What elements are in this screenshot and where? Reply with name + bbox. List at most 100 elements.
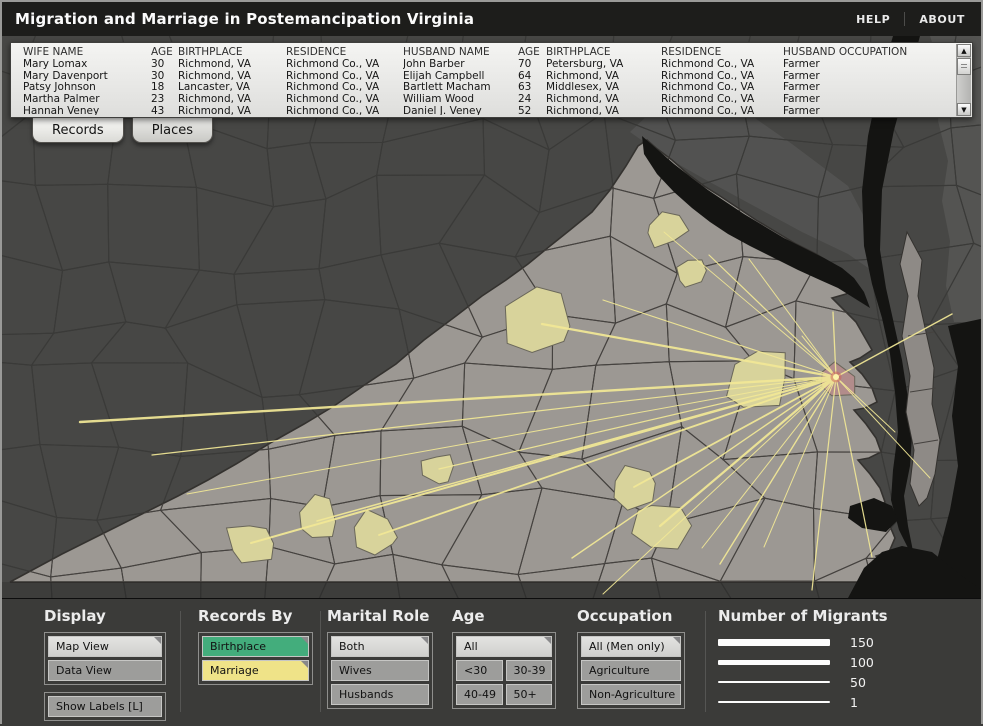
- table-cell: 30: [151, 59, 178, 71]
- legend-line-swatch: [718, 660, 830, 665]
- table-cell: Middlesex, VA: [546, 82, 661, 94]
- age-heading: Age: [452, 607, 556, 625]
- map-view-button[interactable]: Map View: [48, 636, 162, 657]
- age-all-button[interactable]: All: [456, 636, 552, 657]
- scrollbar-thumb[interactable]: [957, 58, 971, 75]
- help-link[interactable]: HELP: [856, 13, 890, 26]
- tab-records[interactable]: Records: [32, 118, 124, 143]
- table-cell: Richmond Co., VA: [661, 59, 783, 71]
- about-link[interactable]: ABOUT: [919, 13, 965, 26]
- birthplace-button[interactable]: Birthplace: [202, 636, 309, 657]
- column-header[interactable]: AGE: [151, 47, 178, 59]
- display-heading: Display: [44, 607, 166, 625]
- table-cell: John Barber: [403, 59, 518, 71]
- occupation-all-button[interactable]: All (Men only): [581, 636, 681, 657]
- table-cell: Lancaster, VA: [178, 82, 286, 94]
- table-row[interactable]: Patsy Johnson18Lancaster, VARichmond Co.…: [23, 82, 952, 94]
- legend-line-swatch: [718, 639, 830, 646]
- tab-places[interactable]: Places: [132, 118, 213, 143]
- records-by-group: Birthplace Marriage: [198, 632, 313, 685]
- age-30-39-button[interactable]: 30-39: [506, 660, 553, 681]
- table-cell: Richmond, VA: [546, 94, 661, 106]
- convergence-point[interactable]: [833, 374, 839, 380]
- app-header: Migration and Marriage in Postemancipati…: [2, 2, 981, 36]
- table-cell: Farmer: [783, 94, 933, 106]
- marital-role-heading: Marital Role: [327, 607, 433, 625]
- table-scrollbar[interactable]: ▲ ▼: [956, 44, 971, 116]
- column-header[interactable]: BIRTHPLACE: [546, 47, 661, 59]
- column-header[interactable]: WIFE NAME: [23, 47, 151, 59]
- age-under-30-button[interactable]: <30: [456, 660, 503, 681]
- column-header[interactable]: RESIDENCE: [286, 47, 403, 59]
- marital-role-section: Marital Role Both Wives Husbands: [327, 607, 433, 709]
- table-cell: Richmond, VA: [178, 71, 286, 83]
- table-row[interactable]: Martha Palmer23Richmond, VARichmond Co.,…: [23, 94, 952, 106]
- scroll-down-icon[interactable]: ▼: [957, 103, 971, 116]
- table-cell: Farmer: [783, 106, 933, 115]
- records-table-body: Mary Lomax30Richmond, VARichmond Co., VA…: [23, 59, 952, 115]
- table-header-row: WIFE NAMEAGEBIRTHPLACERESIDENCEHUSBAND N…: [23, 47, 952, 59]
- table-cell: William Wood: [403, 94, 518, 106]
- panel-tabs: Records Places: [32, 118, 213, 143]
- table-cell: Richmond Co., VA: [661, 106, 783, 115]
- legend-item: 1: [718, 692, 948, 712]
- occupation-heading: Occupation: [577, 607, 685, 625]
- both-button[interactable]: Both: [331, 636, 429, 657]
- legend-value: 150: [850, 635, 874, 650]
- age-grid-row: <30 30-39: [456, 660, 552, 681]
- table-row[interactable]: Mary Lomax30Richmond, VARichmond Co., VA…: [23, 59, 952, 71]
- control-panel: Display Map View Data View Show Labels […: [2, 598, 981, 726]
- records-by-heading: Records By: [198, 607, 313, 625]
- column-header[interactable]: RESIDENCE: [661, 47, 783, 59]
- legend-value: 100: [850, 655, 874, 670]
- legend-item: 50: [718, 672, 948, 692]
- wives-button[interactable]: Wives: [331, 660, 429, 681]
- section-divider: [320, 611, 321, 712]
- table-cell: Richmond Co., VA: [661, 71, 783, 83]
- marriage-button[interactable]: Marriage: [202, 660, 309, 681]
- table-cell: 23: [151, 94, 178, 106]
- table-cell: 24: [518, 94, 546, 106]
- table-row[interactable]: Mary Davenport30Richmond, VARichmond Co.…: [23, 71, 952, 83]
- occupation-section: Occupation All (Men only) Agriculture No…: [577, 607, 685, 709]
- column-header[interactable]: HUSBAND NAME: [403, 47, 518, 59]
- show-labels-button[interactable]: Show Labels [L]: [48, 696, 162, 717]
- selected-fold-icon: [421, 637, 428, 644]
- table-cell: 18: [151, 82, 178, 94]
- agriculture-button[interactable]: Agriculture: [581, 660, 681, 681]
- column-header[interactable]: HUSBAND OCCUPATION: [783, 47, 933, 59]
- table-cell: 63: [518, 82, 546, 94]
- legend-item: 100: [718, 652, 948, 672]
- legend-value: 50: [850, 675, 866, 690]
- husbands-button[interactable]: Husbands: [331, 684, 429, 705]
- scroll-up-icon[interactable]: ▲: [957, 44, 971, 57]
- records-table: WIFE NAMEAGEBIRTHPLACERESIDENCEHUSBAND N…: [23, 47, 952, 115]
- non-agriculture-button[interactable]: Non-Agriculture: [581, 684, 681, 705]
- selected-fold-icon: [673, 637, 680, 644]
- section-divider: [705, 611, 706, 712]
- column-header[interactable]: BIRTHPLACE: [178, 47, 286, 59]
- table-cell: Patsy Johnson: [23, 82, 151, 94]
- table-cell: Richmond Co., VA: [286, 82, 403, 94]
- age-group: All <30 30-39 40-49 50+: [452, 632, 556, 709]
- table-cell: Richmond, VA: [178, 94, 286, 106]
- column-header[interactable]: AGE: [518, 47, 546, 59]
- table-cell: Mary Davenport: [23, 71, 151, 83]
- selected-fold-icon: [301, 661, 308, 668]
- north-carolina-strip: [2, 582, 981, 598]
- age-50-plus-button[interactable]: 50+: [506, 684, 553, 705]
- table-row[interactable]: Hannah Veney43Richmond, VARichmond Co., …: [23, 106, 952, 115]
- table-cell: Petersburg, VA: [546, 59, 661, 71]
- table-cell: Daniel J. Veney: [403, 106, 518, 115]
- table-cell: Farmer: [783, 82, 933, 94]
- migrants-legend: Number of Migrants 150100501: [718, 607, 948, 712]
- legend-items: 150 100 50 1: [718, 632, 948, 712]
- age-40-49-button[interactable]: 40-49: [456, 684, 503, 705]
- table-cell: Farmer: [783, 71, 933, 83]
- labels-group: Show Labels [L]: [44, 692, 166, 721]
- table-cell: 64: [518, 71, 546, 83]
- records-panel: WIFE NAMEAGEBIRTHPLACERESIDENCEHUSBAND N…: [10, 42, 973, 118]
- header-divider: [904, 12, 905, 26]
- table-cell: Richmond Co., VA: [661, 94, 783, 106]
- data-view-button[interactable]: Data View: [48, 660, 162, 681]
